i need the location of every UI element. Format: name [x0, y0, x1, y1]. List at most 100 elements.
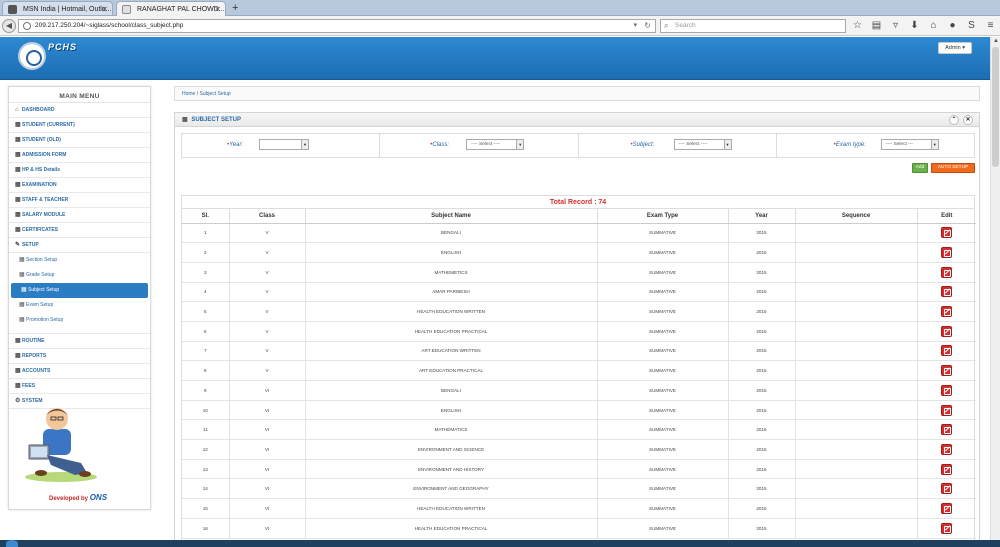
sidebar-item-student-current[interactable]: ▦STUDENT (CURRENT) [9, 118, 150, 133]
table-row: 8 V ART EDUCATION PRACTICAL SUMMATIVE 2015 [182, 360, 976, 381]
chevron-down-icon: ▼ [930, 140, 938, 149]
add-button[interactable]: Add [912, 163, 928, 173]
sidebar-item-examination[interactable]: ▦EXAMINATION [9, 178, 150, 193]
subject-setup-panel: ▦ SUBJECT SETUP ⌃ ✕ •Year: ▼ •Class: ---… [174, 112, 980, 542]
app-header: PCHS Admin ▾ [0, 37, 990, 80]
sidebar-item-label: FEES [22, 383, 36, 389]
table-cell: 8 [182, 360, 230, 381]
table-cell: AMAR PARIBESH [305, 282, 598, 303]
sidebar-item-student-old[interactable]: ▦STUDENT (OLD) [9, 133, 150, 148]
sidebar-item-fees[interactable]: ▦FEES [9, 379, 150, 394]
edit-icon[interactable] [941, 424, 953, 436]
sidebar-item-hp-hs-details[interactable]: ▦HP & HS Details [9, 163, 150, 178]
browser-tab-ranaghat[interactable]: RANAGHAT PAL CHOWD... ✕ [116, 1, 226, 16]
table-cell: MATHEMATICS [305, 419, 598, 441]
menu-icon[interactable]: ≡ [985, 19, 996, 33]
breadcrumb-home[interactable]: Home [182, 91, 195, 97]
sidebar-item-reports[interactable]: ▦REPORTS [9, 349, 150, 364]
table-cell: SUMMATIVE [597, 301, 729, 322]
edit-cell [917, 341, 976, 362]
table-cell: 15 [182, 498, 230, 519]
sidebar-subitem-section-setup[interactable]: ▦Section Setup [9, 253, 150, 268]
edit-icon[interactable] [941, 502, 953, 514]
table-cell [795, 360, 918, 381]
sidebar-subitem-grade-setup[interactable]: ▦Grade Setup [9, 268, 150, 283]
tab-close-icon[interactable]: ✕ [214, 2, 221, 16]
edit-icon[interactable] [941, 286, 953, 298]
skype-icon[interactable]: S [966, 19, 977, 33]
start-button-icon[interactable] [6, 540, 18, 547]
table-cell: SUMMATIVE [597, 400, 729, 421]
tab-close-icon[interactable]: ✕ [101, 2, 108, 15]
edit-icon[interactable] [941, 306, 953, 318]
new-tab-button[interactable]: + [232, 0, 238, 16]
table-cell [795, 262, 918, 283]
clipboard-icon[interactable]: ▤ [871, 19, 882, 33]
download-icon[interactable]: ⬇ [909, 19, 920, 33]
sidebar-subitem-promotion-setup[interactable]: ▦Promotion Setup [9, 313, 150, 334]
collapse-icon[interactable]: ⌃ [949, 115, 959, 125]
edit-cell [917, 419, 976, 441]
column-header[interactable]: Sl. [182, 209, 230, 224]
url-text: 209.217.250.204/~siglass/school/class_su… [35, 22, 184, 29]
back-button[interactable]: ◀ [2, 19, 16, 33]
edit-icon[interactable] [941, 266, 953, 278]
browser-tab-msn[interactable]: MSN India | Hotmail, Outlo... ✕ [2, 1, 113, 16]
grid-icon: ▦ [19, 272, 25, 278]
sidebar-subitem-subject-setup[interactable]: ▦Subject Setup [11, 283, 148, 298]
page-scrollbar[interactable]: ▲ [990, 37, 1000, 540]
sidebar-subitem-exam-setup[interactable]: ▦Exam Setup [9, 298, 150, 313]
reload-icon[interactable]: ↻ [644, 20, 651, 32]
sidebar-item-dashboard[interactable]: ⌂ DASHBOARD [9, 103, 150, 118]
edit-icon[interactable] [941, 384, 953, 396]
column-header[interactable]: Subject Name [305, 209, 598, 224]
edit-icon[interactable] [941, 483, 953, 495]
sidebar-item-label: SYSTEM [22, 398, 43, 404]
edit-icon[interactable] [941, 345, 953, 357]
home-icon[interactable]: ⌂ [928, 19, 939, 33]
pocket-icon[interactable]: ▿ [890, 19, 901, 33]
table-cell: SUMMATIVE [597, 478, 729, 500]
table-row: 11 VI MATHEMATICS SUMMATIVE 2015 [182, 419, 976, 441]
table-cell: 2015 [728, 478, 796, 500]
column-header[interactable]: Year [728, 209, 796, 224]
sidebar-item-routine[interactable]: ▦ROUTINE [9, 334, 150, 349]
edit-icon[interactable] [941, 404, 953, 416]
sidebar-item-admission-form[interactable]: ▦ADMISSION FORM [9, 148, 150, 163]
sidebar-item-accounts[interactable]: ▦ACCOUNTS [9, 364, 150, 379]
exam-type-select[interactable]: ---- Select --- ▼ [880, 139, 939, 150]
url-bar[interactable]: 209.217.250.204/~siglass/school/class_su… [18, 19, 656, 33]
sidebar-subitem-label: Section Setup [26, 257, 58, 263]
edit-cell [917, 360, 976, 381]
edit-cell [917, 498, 976, 519]
class-select[interactable]: ---- Select ---- ▼ [466, 139, 525, 150]
column-header[interactable]: Sequence [795, 209, 918, 224]
edit-icon[interactable] [941, 365, 953, 377]
sidebar-item-setup[interactable]: ✎ SETUP [9, 238, 150, 253]
edit-icon[interactable] [941, 443, 953, 455]
filter-class: •Class: ---- Select ---- ▼ [380, 134, 579, 157]
bookmark-star-icon[interactable]: ☆ [852, 19, 863, 33]
auto-setup-button[interactable]: AUTO SETUP [931, 163, 975, 173]
search-input[interactable]: ⌕ Search [660, 19, 846, 33]
subject-select[interactable]: ---- Select ---- ▼ [673, 139, 732, 150]
admin-menu-button[interactable]: Admin ▾ [938, 42, 972, 54]
column-header[interactable]: Exam Type [597, 209, 729, 224]
sidebar-item-staff-teacher[interactable]: ▦STAFF & TEACHER [9, 193, 150, 208]
close-icon[interactable]: ✕ [963, 115, 973, 125]
edit-icon[interactable] [941, 325, 953, 337]
scroll-up-icon[interactable]: ▲ [993, 38, 999, 44]
chat-icon[interactable]: ● [947, 19, 958, 33]
edit-icon[interactable] [941, 227, 953, 239]
table-cell: SUMMATIVE [597, 262, 729, 283]
sidebar-item-salary-module[interactable]: ▦SALARY MODULE [9, 208, 150, 223]
url-dropdown-icon[interactable]: ▾ [633, 20, 637, 32]
table-cell: SUMMATIVE [597, 439, 729, 460]
sidebar-item-certificates[interactable]: ▦CERTIFICATES [9, 223, 150, 238]
edit-icon[interactable] [941, 463, 953, 475]
edit-icon[interactable] [941, 247, 953, 259]
scroll-thumb[interactable] [992, 47, 999, 167]
edit-icon[interactable] [941, 522, 953, 534]
column-header[interactable]: Class [229, 209, 306, 224]
year-select[interactable]: ▼ [259, 139, 309, 150]
